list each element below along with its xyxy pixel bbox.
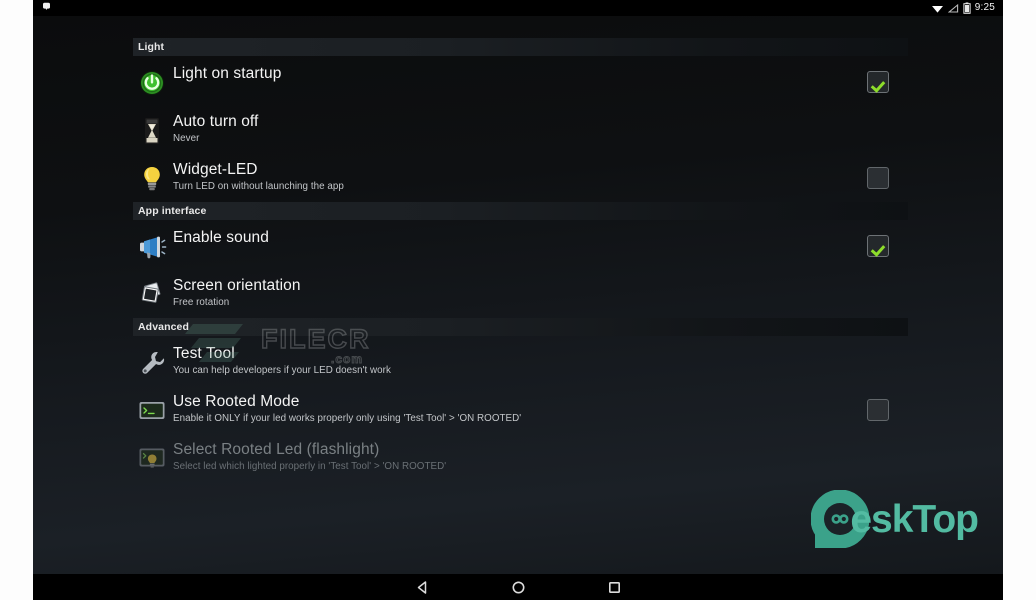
back-triangle-icon <box>417 580 426 594</box>
power-button-icon <box>133 66 171 100</box>
pref-use-rooted-mode-checkbox[interactable] <box>867 399 889 421</box>
pref-light-on-startup[interactable]: Light on startup <box>133 58 908 106</box>
preference-widget-slot <box>848 235 908 257</box>
hourglass-icon <box>133 114 171 148</box>
pref-test-tool[interactable]: Test Tool You can help developers if your… <box>133 338 908 386</box>
section-header-label: App interface <box>138 205 207 217</box>
terminal-bulb-icon <box>133 442 171 476</box>
pref-screen-orientation[interactable]: Screen orientation Free rotation <box>133 270 908 318</box>
preference-summary: Select led which lighted properly in 'Te… <box>173 461 447 472</box>
preference-text-block: Screen orientation Free rotation <box>173 276 848 309</box>
status-bar-notifications <box>41 1 52 12</box>
preference-summary: Enable it ONLY if your led works properl… <box>173 413 522 424</box>
preference-text-block: Auto turn off Never <box>173 112 848 145</box>
desktop-watermark-text: eskTop <box>850 497 979 541</box>
desktop-logo-icon <box>811 490 870 548</box>
desktop-watermark: eskTop <box>811 490 979 548</box>
pref-enable-sound[interactable]: Enable sound <box>133 222 908 270</box>
preference-summary: You can help developers if your LED does… <box>173 365 391 376</box>
nav-back-button[interactable] <box>374 574 470 600</box>
preference-text-block: Select Rooted Led (flashlight) Select led… <box>173 440 848 473</box>
preference-title: Screen orientation <box>173 277 301 294</box>
tablet-device-screen: 9:25 FILECR .com Light Light on startup Au… <box>33 0 1003 600</box>
section-light-header: Light <box>133 38 908 56</box>
wifi-signal-icon <box>931 5 943 13</box>
section-app-interface-header: App interface <box>133 202 908 220</box>
pref-widget-led[interactable]: Widget-LED Turn LED on without launching … <box>133 154 908 202</box>
preference-title: Light on startup <box>173 65 282 82</box>
lightbulb-icon <box>133 162 171 196</box>
notification-dot-icon <box>43 2 50 10</box>
wrench-icon <box>133 346 171 380</box>
preference-text-block: Light on startup <box>173 64 848 83</box>
section-advanced-header: Advanced <box>133 318 908 336</box>
status-bar-system-icons: 9:25 <box>931 0 995 16</box>
preference-widget-slot <box>848 71 908 93</box>
pref-light-on-startup-checkbox[interactable] <box>867 71 889 93</box>
preference-title: Use Rooted Mode <box>173 393 300 410</box>
section-header-label: Light <box>138 41 165 53</box>
app-content-area: FILECR .com Light Light on startup Auto tu… <box>33 16 1003 574</box>
preference-text-block: Widget-LED Turn LED on without launching … <box>173 160 848 193</box>
pref-select-rooted-led: Select Rooted Led (flashlight) Select led… <box>133 434 908 482</box>
preference-title: Test Tool <box>173 345 235 362</box>
android-navigation-bar <box>33 574 1003 600</box>
preference-title: Select Rooted Led (flashlight) <box>173 441 380 458</box>
cellular-signal-icon <box>947 3 958 13</box>
home-circle-icon <box>512 581 524 593</box>
preferences-list: Light Light on startup Auto turn off Never W… <box>133 38 908 482</box>
screenshot-page: 9:25 FILECR .com Light Light on startup Au… <box>0 0 1036 600</box>
pref-auto-turn-off[interactable]: Auto turn off Never <box>133 106 908 154</box>
pref-widget-led-checkbox[interactable] <box>867 167 889 189</box>
preference-text-block: Test Tool You can help developers if your… <box>173 344 848 377</box>
preference-text-block: Use Rooted Mode Enable it ONLY if your le… <box>173 392 848 425</box>
preference-summary: Never <box>173 133 200 144</box>
preference-title: Enable sound <box>173 229 270 246</box>
preference-title: Widget-LED <box>173 161 258 178</box>
status-bar-clock: 9:25 <box>974 2 995 13</box>
section-header-label: Advanced <box>138 321 189 333</box>
terminal-icon <box>133 394 171 428</box>
preference-title: Auto turn off <box>173 113 259 130</box>
preference-text-block: Enable sound <box>173 228 848 247</box>
preference-widget-slot <box>848 167 908 189</box>
battery-icon <box>963 2 971 14</box>
recents-square-icon <box>608 581 620 593</box>
preference-summary: Free rotation <box>173 297 230 308</box>
preference-widget-slot <box>848 399 908 421</box>
pref-use-rooted-mode[interactable]: Use Rooted Mode Enable it ONLY if your le… <box>133 386 908 434</box>
megaphone-icon <box>133 230 171 264</box>
nav-home-button[interactable] <box>470 574 566 600</box>
preference-summary: Turn LED on without launching the app <box>173 181 344 192</box>
android-status-bar: 9:25 <box>33 0 1003 16</box>
photo-stack-icon <box>133 278 171 312</box>
pref-enable-sound-checkbox[interactable] <box>867 235 889 257</box>
nav-recents-button[interactable] <box>566 574 662 600</box>
